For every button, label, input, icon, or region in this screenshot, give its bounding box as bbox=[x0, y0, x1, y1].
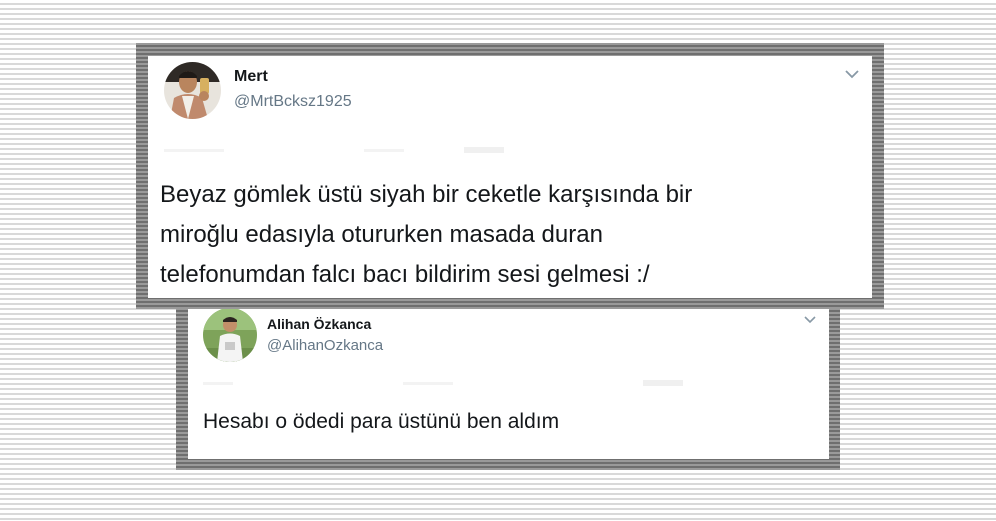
chevron-down-icon[interactable] bbox=[803, 315, 817, 325]
chevron-down-icon[interactable] bbox=[844, 68, 860, 80]
faint-text-artifact bbox=[203, 380, 683, 386]
tweet-author-name[interactable]: Alihan Özkanca bbox=[267, 316, 371, 332]
profile-photo-icon bbox=[203, 308, 257, 362]
tweet-author-handle[interactable]: @MrtBcksz1925 bbox=[234, 93, 352, 111]
profile-photo-icon bbox=[164, 62, 221, 119]
faint-text-artifact bbox=[164, 147, 504, 153]
tweet-text-line: miroğlu edasıyla otururken masada duran bbox=[160, 221, 603, 248]
tweet-text: Beyaz gömlek üstü siyah bir ceketle karş… bbox=[160, 175, 850, 295]
tweet-text: Hesabı o ödedi para üstünü ben aldım bbox=[203, 410, 560, 433]
tweet-card-2[interactable]: Alihan Özkanca @AlihanOzkanca Hesabı o ö… bbox=[188, 300, 829, 459]
tweet-text-line: telefonumdan falcı bacı bildirim sesi ge… bbox=[160, 261, 650, 288]
avatar-alihan-icon[interactable] bbox=[203, 308, 257, 362]
tweet-card-1[interactable]: Mert @MrtBcksz1925 Beyaz gömlek üstü siy… bbox=[148, 56, 872, 298]
tweet-author-handle[interactable]: @AlihanOzkanca bbox=[267, 337, 383, 354]
avatar-mert-icon[interactable] bbox=[164, 62, 221, 119]
tweet-text-line: Beyaz gömlek üstü siyah bir ceketle karş… bbox=[160, 181, 693, 208]
tweet-author-name[interactable]: Mert bbox=[234, 68, 268, 86]
